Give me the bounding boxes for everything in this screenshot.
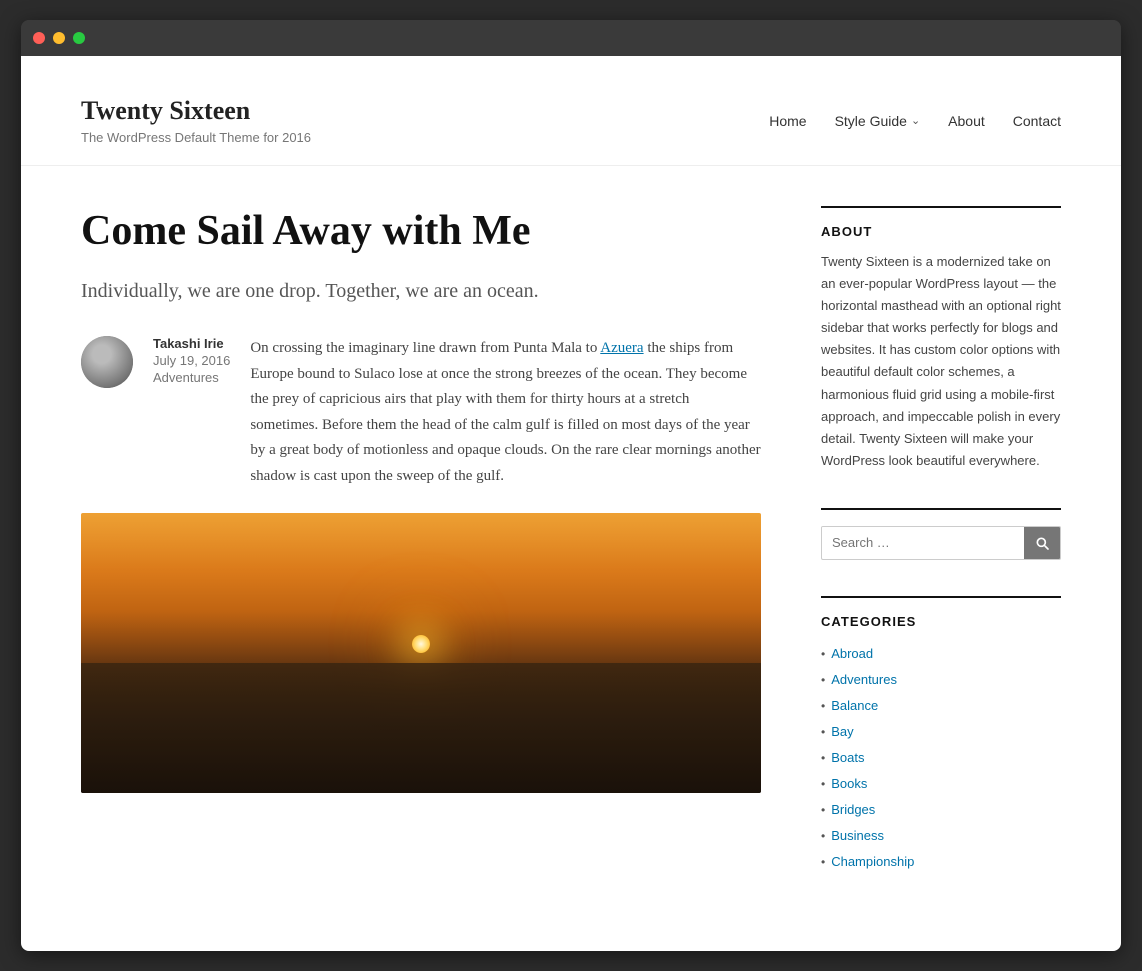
post-meta-row: Takashi Irie July 19, 2016 Adventures On… <box>81 336 761 489</box>
sidebar-categories-section: CATEGORIES •Abroad•Adventures•Balance•Ba… <box>821 596 1061 875</box>
list-item: •Adventures <box>821 667 1061 693</box>
sidebar: ABOUT Twenty Sixteen is a modernized tak… <box>821 206 1061 911</box>
bullet-icon: • <box>821 850 825 874</box>
bullet-icon: • <box>821 642 825 666</box>
search-row <box>821 526 1061 560</box>
bullet-icon: • <box>821 772 825 796</box>
list-item: •Books <box>821 771 1061 797</box>
browser-chrome <box>21 20 1121 56</box>
category-link[interactable]: Abroad <box>831 641 873 667</box>
main-nav: Home Style Guide ⌄ About Contact <box>769 113 1061 129</box>
bullet-icon: • <box>821 798 825 822</box>
post-title: Come Sail Away with Me <box>81 206 761 256</box>
fullscreen-dot[interactable] <box>73 32 85 44</box>
search-icon <box>1034 535 1050 551</box>
water-overlay <box>81 663 761 793</box>
sidebar-rule <box>821 206 1061 208</box>
post-body-after-link: the ships from Europe bound to Sulaco lo… <box>250 340 760 484</box>
list-item: •Abroad <box>821 641 1061 667</box>
site-title[interactable]: Twenty Sixteen <box>81 96 311 126</box>
list-item: •Balance <box>821 693 1061 719</box>
post-article: Come Sail Away with Me Individually, we … <box>81 206 761 793</box>
site-wrapper: Twenty Sixteen The WordPress Default The… <box>21 56 1121 951</box>
sidebar-about-heading: ABOUT <box>821 224 1061 239</box>
post-meta: Takashi Irie July 19, 2016 Adventures <box>153 336 230 385</box>
site-description: The WordPress Default Theme for 2016 <box>81 130 311 145</box>
sidebar-search-rule <box>821 508 1061 510</box>
list-item: •Boats <box>821 745 1061 771</box>
close-dot[interactable] <box>33 32 45 44</box>
search-input[interactable] <box>822 527 1024 558</box>
browser-frame: Twenty Sixteen The WordPress Default The… <box>21 20 1121 951</box>
sunset-sun <box>412 635 430 653</box>
list-item: •Business <box>821 823 1061 849</box>
chevron-down-icon: ⌄ <box>911 114 920 127</box>
post-subtitle: Individually, we are one drop. Together,… <box>81 276 761 306</box>
category-link[interactable]: Business <box>831 823 884 849</box>
site-header: Twenty Sixteen The WordPress Default The… <box>21 56 1121 166</box>
categories-list: •Abroad•Adventures•Balance•Bay•Boats•Boo… <box>821 641 1061 875</box>
category-link[interactable]: Bridges <box>831 797 875 823</box>
bullet-icon: • <box>821 694 825 718</box>
azuera-link[interactable]: Azuera <box>600 340 643 356</box>
search-button[interactable] <box>1024 527 1060 559</box>
post-body: On crossing the imaginary line drawn fro… <box>250 336 761 489</box>
sidebar-about-text: Twenty Sixteen is a modernized take on a… <box>821 251 1061 472</box>
sidebar-categories-rule <box>821 596 1061 598</box>
sidebar-search-section <box>821 508 1061 560</box>
bullet-icon: • <box>821 824 825 848</box>
bullet-icon: • <box>821 668 825 692</box>
bullet-icon: • <box>821 746 825 770</box>
main-content: Come Sail Away with Me Individually, we … <box>81 206 761 911</box>
nav-about[interactable]: About <box>948 113 985 129</box>
nav-home[interactable]: Home <box>769 113 806 129</box>
nav-contact[interactable]: Contact <box>1013 113 1061 129</box>
list-item: •Bridges <box>821 797 1061 823</box>
list-item: • Bay <box>821 719 1061 745</box>
sidebar-about-section: ABOUT Twenty Sixteen is a modernized tak… <box>821 206 1061 472</box>
avatar <box>81 336 133 388</box>
minimize-dot[interactable] <box>53 32 65 44</box>
site-branding: Twenty Sixteen The WordPress Default The… <box>81 96 311 145</box>
bullet-icon: • <box>821 720 825 744</box>
category-link[interactable]: Bay <box>831 719 853 745</box>
post-image <box>81 513 761 793</box>
category-link[interactable]: Balance <box>831 693 878 719</box>
post-body-before-link: On crossing the imaginary line drawn fro… <box>250 340 600 356</box>
category-link[interactable]: Championship <box>831 849 914 875</box>
author-name: Takashi Irie <box>153 336 230 351</box>
list-item: •Championship <box>821 849 1061 875</box>
post-date: July 19, 2016 <box>153 353 230 368</box>
category-link[interactable]: Books <box>831 771 867 797</box>
sidebar-categories-heading: CATEGORIES <box>821 614 1061 629</box>
category-link[interactable]: Boats <box>831 745 864 771</box>
post-category[interactable]: Adventures <box>153 370 230 385</box>
category-link[interactable]: Adventures <box>831 667 897 693</box>
nav-style-guide[interactable]: Style Guide ⌄ <box>835 113 921 129</box>
avatar-image <box>81 336 133 388</box>
content-area: Come Sail Away with Me Individually, we … <box>21 166 1121 951</box>
